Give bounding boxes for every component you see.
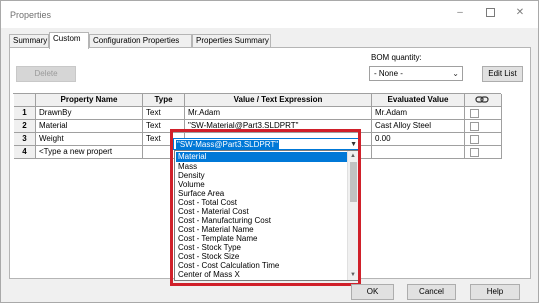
link-cell[interactable] xyxy=(465,133,502,146)
maximize-icon[interactable] xyxy=(483,6,497,20)
link-checkbox[interactable] xyxy=(470,122,479,131)
row-number: 3 xyxy=(14,133,36,146)
header-evaluated-value[interactable]: Evaluated Value xyxy=(372,94,465,107)
property-name-cell[interactable]: Weight xyxy=(36,133,143,146)
minimize-icon[interactable]: – xyxy=(453,6,467,20)
row-number: 4 xyxy=(14,146,36,159)
properties-dialog: Properties – ✕ Summary Custom Configurat… xyxy=(0,0,539,303)
header-type[interactable]: Type xyxy=(143,94,185,107)
annotation-highlight-box xyxy=(170,129,361,286)
evaluated-cell: 0.00 xyxy=(372,133,465,146)
evaluated-cell: Mr.Adam xyxy=(372,107,465,120)
link-cell[interactable] xyxy=(465,120,502,133)
link-checkbox[interactable] xyxy=(470,109,479,118)
value-cell[interactable]: Mr.Adam xyxy=(185,107,372,120)
title-bar: Properties – ✕ xyxy=(1,1,538,28)
tab-summary[interactable]: Summary xyxy=(9,34,49,48)
edit-list-button[interactable]: Edit List xyxy=(482,66,523,82)
help-button[interactable]: Help xyxy=(470,284,520,300)
tab-configuration-properties[interactable]: Configuration Properties xyxy=(89,34,192,48)
ok-button[interactable]: OK xyxy=(351,284,394,300)
link-checkbox[interactable] xyxy=(470,135,479,144)
bom-quantity-value: - None - xyxy=(374,69,403,78)
header-rownum xyxy=(14,94,36,107)
evaluated-cell: Cast Alloy Steel xyxy=(372,120,465,133)
window-title: Properties xyxy=(10,10,52,20)
chevron-down-icon: ⌄ xyxy=(452,69,459,78)
close-icon[interactable]: ✕ xyxy=(513,6,527,20)
header-value[interactable]: Value / Text Expression xyxy=(185,94,372,107)
property-name-cell[interactable]: DrawnBy xyxy=(36,107,143,120)
row-number: 2 xyxy=(14,120,36,133)
custom-properties-grid: Property Name Type Value / Text Expressi… xyxy=(13,93,502,159)
delete-button[interactable]: Delete xyxy=(16,66,76,82)
link-icon[interactable] xyxy=(475,95,489,104)
type-cell[interactable]: Text xyxy=(143,107,185,120)
property-name-cell[interactable]: Material xyxy=(36,120,143,133)
tab-properties-summary[interactable]: Properties Summary xyxy=(192,34,271,48)
link-cell[interactable] xyxy=(465,146,502,159)
cancel-button[interactable]: Cancel xyxy=(407,284,456,300)
evaluated-cell xyxy=(372,146,465,159)
property-name-cell[interactable]: <Type a new propert xyxy=(36,146,143,159)
link-checkbox[interactable] xyxy=(470,148,479,157)
tab-custom[interactable]: Custom xyxy=(49,32,89,49)
bom-quantity-label: BOM quantity: xyxy=(371,53,422,62)
link-cell[interactable] xyxy=(465,107,502,120)
row-number: 1 xyxy=(14,107,36,120)
bom-quantity-select[interactable]: - None - ⌄ xyxy=(369,66,463,81)
header-property-name[interactable]: Property Name xyxy=(36,94,143,107)
